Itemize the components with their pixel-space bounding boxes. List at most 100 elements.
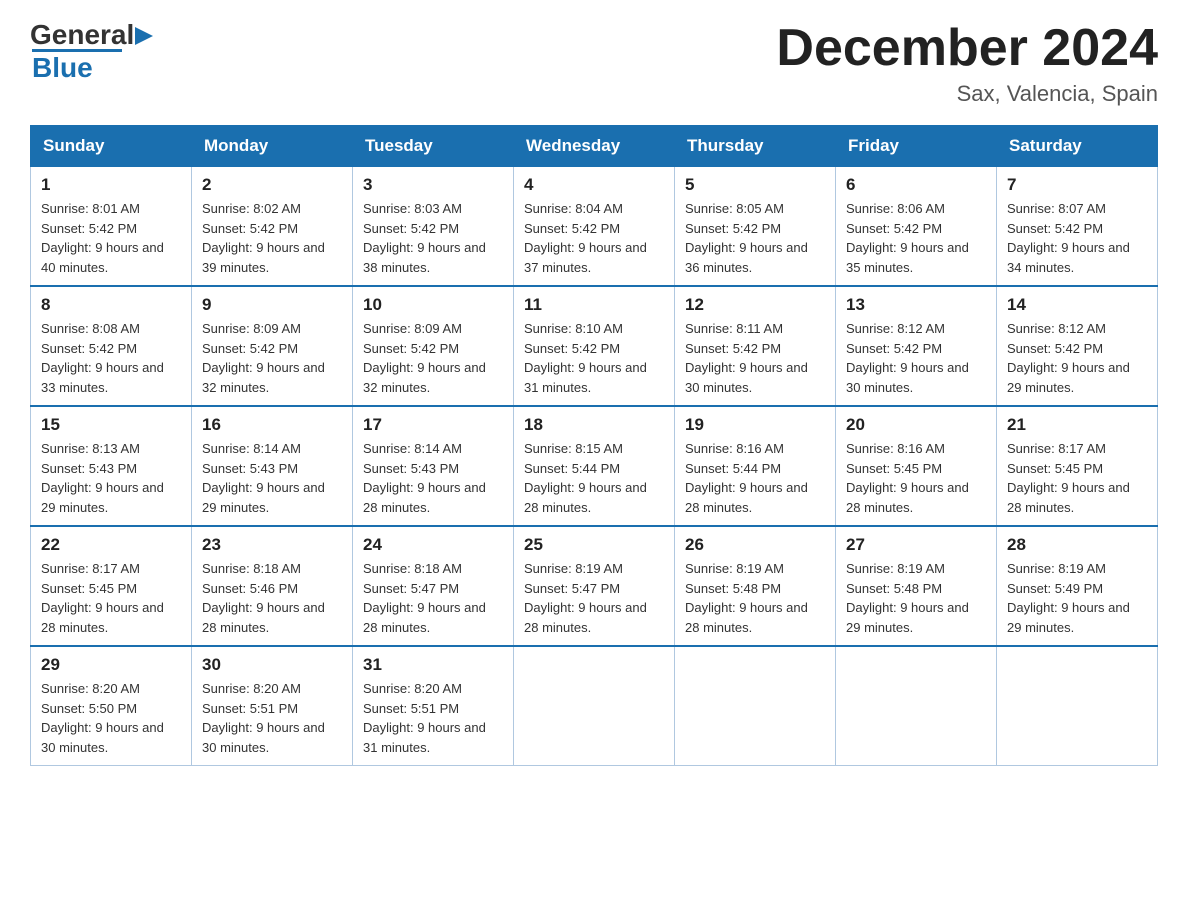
calendar-day-cell: 13 Sunrise: 8:12 AM Sunset: 5:42 PM Dayl… [836, 286, 997, 406]
day-info: Sunrise: 8:16 AM Sunset: 5:45 PM Dayligh… [846, 439, 986, 517]
calendar-day-cell: 6 Sunrise: 8:06 AM Sunset: 5:42 PM Dayli… [836, 167, 997, 287]
calendar-day-cell: 14 Sunrise: 8:12 AM Sunset: 5:42 PM Dayl… [997, 286, 1158, 406]
month-title: December 2024 [776, 20, 1158, 77]
calendar-day-cell: 29 Sunrise: 8:20 AM Sunset: 5:50 PM Dayl… [31, 646, 192, 766]
day-number: 2 [202, 175, 342, 195]
day-number: 22 [41, 535, 181, 555]
calendar-day-cell: 10 Sunrise: 8:09 AM Sunset: 5:42 PM Dayl… [353, 286, 514, 406]
day-info: Sunrise: 8:09 AM Sunset: 5:42 PM Dayligh… [202, 319, 342, 397]
calendar-day-cell: 22 Sunrise: 8:17 AM Sunset: 5:45 PM Dayl… [31, 526, 192, 646]
calendar-day-cell: 12 Sunrise: 8:11 AM Sunset: 5:42 PM Dayl… [675, 286, 836, 406]
calendar-day-cell: 15 Sunrise: 8:13 AM Sunset: 5:43 PM Dayl… [31, 406, 192, 526]
calendar-day-cell: 24 Sunrise: 8:18 AM Sunset: 5:47 PM Dayl… [353, 526, 514, 646]
day-number: 25 [524, 535, 664, 555]
day-info: Sunrise: 8:15 AM Sunset: 5:44 PM Dayligh… [524, 439, 664, 517]
day-number: 9 [202, 295, 342, 315]
calendar-day-cell: 3 Sunrise: 8:03 AM Sunset: 5:42 PM Dayli… [353, 167, 514, 287]
day-info: Sunrise: 8:19 AM Sunset: 5:49 PM Dayligh… [1007, 559, 1147, 637]
logo-triangle-icon [135, 27, 153, 45]
day-info: Sunrise: 8:20 AM Sunset: 5:50 PM Dayligh… [41, 679, 181, 757]
day-number: 3 [363, 175, 503, 195]
day-info: Sunrise: 8:04 AM Sunset: 5:42 PM Dayligh… [524, 199, 664, 277]
calendar-week-row: 1 Sunrise: 8:01 AM Sunset: 5:42 PM Dayli… [31, 167, 1158, 287]
calendar-day-cell: 4 Sunrise: 8:04 AM Sunset: 5:42 PM Dayli… [514, 167, 675, 287]
day-number: 16 [202, 415, 342, 435]
calendar-day-cell: 1 Sunrise: 8:01 AM Sunset: 5:42 PM Dayli… [31, 167, 192, 287]
day-number: 30 [202, 655, 342, 675]
day-number: 28 [1007, 535, 1147, 555]
weekday-header-row: SundayMondayTuesdayWednesdayThursdayFrid… [31, 126, 1158, 167]
calendar-day-cell: 8 Sunrise: 8:08 AM Sunset: 5:42 PM Dayli… [31, 286, 192, 406]
day-info: Sunrise: 8:08 AM Sunset: 5:42 PM Dayligh… [41, 319, 181, 397]
calendar-day-cell: 17 Sunrise: 8:14 AM Sunset: 5:43 PM Dayl… [353, 406, 514, 526]
day-info: Sunrise: 8:20 AM Sunset: 5:51 PM Dayligh… [202, 679, 342, 757]
day-number: 26 [685, 535, 825, 555]
calendar-day-cell [997, 646, 1158, 766]
calendar-week-row: 29 Sunrise: 8:20 AM Sunset: 5:50 PM Dayl… [31, 646, 1158, 766]
weekday-header-wednesday: Wednesday [514, 126, 675, 167]
day-info: Sunrise: 8:12 AM Sunset: 5:42 PM Dayligh… [846, 319, 986, 397]
day-info: Sunrise: 8:19 AM Sunset: 5:48 PM Dayligh… [846, 559, 986, 637]
calendar-day-cell: 20 Sunrise: 8:16 AM Sunset: 5:45 PM Dayl… [836, 406, 997, 526]
calendar-day-cell: 18 Sunrise: 8:15 AM Sunset: 5:44 PM Dayl… [514, 406, 675, 526]
day-number: 11 [524, 295, 664, 315]
calendar-day-cell: 16 Sunrise: 8:14 AM Sunset: 5:43 PM Dayl… [192, 406, 353, 526]
weekday-header-sunday: Sunday [31, 126, 192, 167]
title-area: December 2024 Sax, Valencia, Spain [776, 20, 1158, 107]
calendar-day-cell [836, 646, 997, 766]
day-info: Sunrise: 8:18 AM Sunset: 5:47 PM Dayligh… [363, 559, 503, 637]
calendar-day-cell: 30 Sunrise: 8:20 AM Sunset: 5:51 PM Dayl… [192, 646, 353, 766]
calendar-day-cell [514, 646, 675, 766]
day-info: Sunrise: 8:07 AM Sunset: 5:42 PM Dayligh… [1007, 199, 1147, 277]
day-info: Sunrise: 8:10 AM Sunset: 5:42 PM Dayligh… [524, 319, 664, 397]
weekday-header-monday: Monday [192, 126, 353, 167]
calendar-day-cell: 27 Sunrise: 8:19 AM Sunset: 5:48 PM Dayl… [836, 526, 997, 646]
day-number: 31 [363, 655, 503, 675]
logo-blue-text: Blue [32, 52, 93, 83]
calendar-day-cell: 7 Sunrise: 8:07 AM Sunset: 5:42 PM Dayli… [997, 167, 1158, 287]
location-subtitle: Sax, Valencia, Spain [776, 81, 1158, 107]
calendar-day-cell: 21 Sunrise: 8:17 AM Sunset: 5:45 PM Dayl… [997, 406, 1158, 526]
calendar-day-cell: 31 Sunrise: 8:20 AM Sunset: 5:51 PM Dayl… [353, 646, 514, 766]
day-number: 5 [685, 175, 825, 195]
calendar-week-row: 8 Sunrise: 8:08 AM Sunset: 5:42 PM Dayli… [31, 286, 1158, 406]
day-number: 7 [1007, 175, 1147, 195]
day-info: Sunrise: 8:06 AM Sunset: 5:42 PM Dayligh… [846, 199, 986, 277]
day-number: 27 [846, 535, 986, 555]
day-number: 10 [363, 295, 503, 315]
day-number: 20 [846, 415, 986, 435]
calendar-table: SundayMondayTuesdayWednesdayThursdayFrid… [30, 125, 1158, 766]
day-info: Sunrise: 8:17 AM Sunset: 5:45 PM Dayligh… [1007, 439, 1147, 517]
weekday-header-thursday: Thursday [675, 126, 836, 167]
calendar-day-cell: 23 Sunrise: 8:18 AM Sunset: 5:46 PM Dayl… [192, 526, 353, 646]
day-info: Sunrise: 8:12 AM Sunset: 5:42 PM Dayligh… [1007, 319, 1147, 397]
day-number: 12 [685, 295, 825, 315]
day-info: Sunrise: 8:14 AM Sunset: 5:43 PM Dayligh… [363, 439, 503, 517]
day-number: 6 [846, 175, 986, 195]
day-info: Sunrise: 8:03 AM Sunset: 5:42 PM Dayligh… [363, 199, 503, 277]
day-number: 29 [41, 655, 181, 675]
day-number: 21 [1007, 415, 1147, 435]
day-number: 4 [524, 175, 664, 195]
header: General Blue December 2024 Sax, Valencia… [30, 20, 1158, 107]
calendar-day-cell [675, 646, 836, 766]
day-number: 17 [363, 415, 503, 435]
day-info: Sunrise: 8:17 AM Sunset: 5:45 PM Dayligh… [41, 559, 181, 637]
day-number: 8 [41, 295, 181, 315]
day-info: Sunrise: 8:13 AM Sunset: 5:43 PM Dayligh… [41, 439, 181, 517]
day-info: Sunrise: 8:11 AM Sunset: 5:42 PM Dayligh… [685, 319, 825, 397]
calendar-week-row: 22 Sunrise: 8:17 AM Sunset: 5:45 PM Dayl… [31, 526, 1158, 646]
day-info: Sunrise: 8:09 AM Sunset: 5:42 PM Dayligh… [363, 319, 503, 397]
weekday-header-tuesday: Tuesday [353, 126, 514, 167]
calendar-day-cell: 2 Sunrise: 8:02 AM Sunset: 5:42 PM Dayli… [192, 167, 353, 287]
day-info: Sunrise: 8:01 AM Sunset: 5:42 PM Dayligh… [41, 199, 181, 277]
logo: General Blue [30, 20, 154, 84]
calendar-day-cell: 5 Sunrise: 8:05 AM Sunset: 5:42 PM Dayli… [675, 167, 836, 287]
day-number: 13 [846, 295, 986, 315]
day-info: Sunrise: 8:02 AM Sunset: 5:42 PM Dayligh… [202, 199, 342, 277]
day-info: Sunrise: 8:18 AM Sunset: 5:46 PM Dayligh… [202, 559, 342, 637]
weekday-header-friday: Friday [836, 126, 997, 167]
weekday-header-saturday: Saturday [997, 126, 1158, 167]
day-number: 18 [524, 415, 664, 435]
day-number: 23 [202, 535, 342, 555]
